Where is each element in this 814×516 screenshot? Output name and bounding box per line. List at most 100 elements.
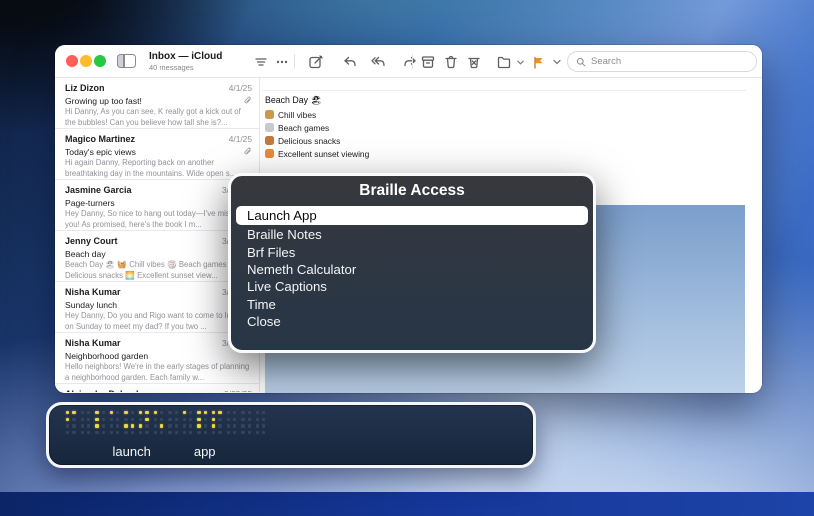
- braille-word-label: app: [183, 444, 227, 459]
- traffic-light-close[interactable]: [66, 55, 78, 67]
- traffic-light-zoom[interactable]: [94, 55, 106, 67]
- sender-name: Magico Martinez: [65, 134, 135, 146]
- braille-dot: [256, 411, 259, 414]
- braille-dot: [248, 424, 251, 427]
- menu-item-nemeth-calculator[interactable]: Nemeth Calculator: [231, 261, 593, 278]
- flag-chevron-button[interactable]: [550, 53, 564, 71]
- braille-dot: [87, 431, 90, 434]
- message-snippet: Hi again Danny, Reporting back on anothe…: [65, 158, 252, 179]
- braille-dot: [102, 431, 105, 434]
- traffic-light-minimize[interactable]: [80, 55, 92, 67]
- flag-button[interactable]: [529, 53, 547, 71]
- reply-all-button[interactable]: [369, 53, 387, 71]
- braille-dot: [233, 418, 236, 421]
- picnic-basket-emoji: [265, 110, 274, 119]
- braille-dot: [124, 411, 127, 414]
- message-count: 40 messages: [149, 63, 194, 72]
- message-date: 4/1/25: [229, 134, 252, 146]
- body-list-label: Delicious snacks: [278, 136, 340, 146]
- braille-access-panel: Braille Access Launch AppBraille NotesBr…: [228, 173, 596, 353]
- braille-dot: [154, 431, 157, 434]
- braille-dot: [197, 424, 200, 427]
- compose-button[interactable]: [307, 53, 325, 71]
- braille-dot: [168, 424, 171, 427]
- braille-dot: [116, 418, 119, 421]
- braille-dot: [145, 418, 148, 421]
- list-item[interactable]: Magico Martinez4/1/25Today's epic viewsH…: [55, 129, 259, 180]
- braille-dot: [154, 418, 157, 421]
- menu-item-braille-notes[interactable]: Braille Notes: [231, 226, 593, 243]
- braille-dot: [197, 431, 200, 434]
- braille-dot: [168, 418, 171, 421]
- list-item[interactable]: Alejandra Delgado3/25/25: [55, 384, 259, 392]
- braille-dot: [95, 424, 98, 427]
- junk-button[interactable]: [465, 53, 483, 71]
- list-item[interactable]: Liz Dizon4/1/25Growing up too fast!Hi Da…: [55, 78, 259, 129]
- braille-dot: [145, 411, 148, 414]
- braille-display-bar: launchapp: [46, 402, 536, 468]
- menu-item-live-captions[interactable]: Live Captions: [231, 278, 593, 295]
- list-item-subject-row: Beach day: [65, 248, 252, 260]
- more-button[interactable]: [273, 53, 291, 71]
- body-list-label: Excellent sunset viewing: [278, 149, 369, 159]
- window-title: Inbox — iCloud: [149, 51, 222, 62]
- search-field[interactable]: [567, 51, 757, 72]
- braille-dot: [81, 431, 84, 434]
- sidebar-toggle-button[interactable]: [117, 54, 136, 68]
- braille-dot: [66, 431, 69, 434]
- menu-item-close[interactable]: Close: [231, 313, 593, 330]
- list-item-header: Magico Martinez 4/1/25: [65, 134, 252, 146]
- braille-dot: [145, 431, 148, 434]
- message-snippet: Beach Day 🏖 🧺 Chill vibes 🏐 Beach games …: [65, 260, 252, 281]
- braille-dot: [197, 418, 200, 421]
- braille-dot: [87, 411, 90, 414]
- forward-button[interactable]: [401, 53, 419, 71]
- braille-dot: [212, 424, 215, 427]
- list-item-subject-row: Page-turners: [65, 197, 252, 209]
- menu-item-launch-app[interactable]: Launch App: [236, 206, 588, 225]
- body-list-item: Chill vibes: [265, 108, 369, 121]
- braille-dot: [116, 431, 119, 434]
- braille-dot: [227, 431, 230, 434]
- braille-dot: [66, 424, 69, 427]
- folder-chevron-button[interactable]: [514, 53, 526, 71]
- message-body-list: Chill vibesBeach gamesDelicious snacksEx…: [265, 108, 369, 160]
- braille-dot: [110, 418, 113, 421]
- sender-name: Jenny Court: [65, 236, 118, 248]
- braille-dot: [262, 431, 265, 434]
- reply-icon: [342, 54, 358, 70]
- list-item-header: Jasmine Garcia3/3: [65, 185, 252, 197]
- menu-item-time[interactable]: Time: [231, 296, 593, 313]
- braille-dot: [248, 431, 251, 434]
- list-item-header: Alejandra Delgado3/25/25: [65, 389, 252, 392]
- braille-dot: [168, 411, 171, 414]
- attachment-icon: [243, 96, 252, 105]
- message-date: 3/25/25: [224, 389, 252, 392]
- sunset-emoji: [265, 149, 274, 158]
- search-input[interactable]: [591, 56, 721, 67]
- braille-dot: [175, 418, 178, 421]
- compose-icon: [308, 54, 324, 70]
- message-subject-line: Neighborhood garden: [65, 351, 148, 361]
- archive-button[interactable]: [419, 53, 437, 71]
- braille-dot: [139, 418, 142, 421]
- braille-dot: [102, 411, 105, 414]
- filter-button[interactable]: [252, 53, 270, 71]
- braille-dot: [168, 431, 171, 434]
- braille-dot: [124, 431, 127, 434]
- list-item-subject-row: Growing up too fast!: [65, 95, 252, 107]
- toolbar-divider: [412, 54, 413, 69]
- reply-button[interactable]: [341, 53, 359, 71]
- menu-item-brf-files[interactable]: Brf Files: [231, 243, 593, 260]
- trash-icon: [443, 54, 459, 70]
- braille-dot: [241, 431, 244, 434]
- toolbar-divider: [294, 54, 295, 69]
- junk-icon: [466, 54, 482, 70]
- braille-dot: [95, 418, 98, 421]
- braille-dot: [95, 411, 98, 414]
- archive-icon: [420, 54, 436, 70]
- sender-name: Nisha Kumar: [65, 338, 121, 350]
- move-to-folder-button[interactable]: [495, 53, 513, 71]
- braille-dot: [189, 431, 192, 434]
- trash-button[interactable]: [442, 53, 460, 71]
